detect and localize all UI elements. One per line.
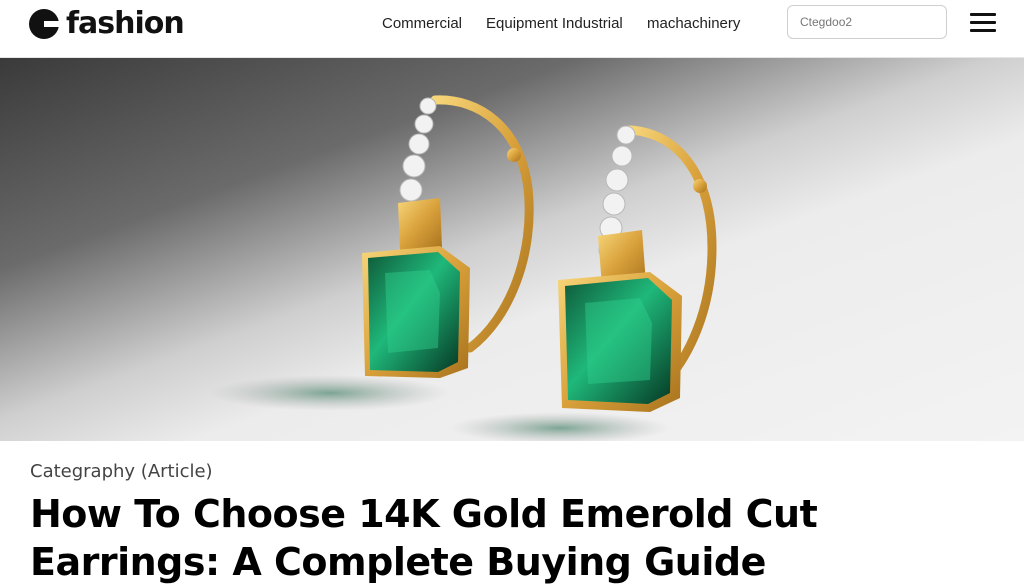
earrings-illustration xyxy=(210,95,717,441)
article-category[interactable]: Categraphy (Article) xyxy=(30,461,213,482)
nav-commercial[interactable]: Commercial xyxy=(382,15,462,32)
site-header: fashion Commercial Equipment Industrial … xyxy=(0,0,1024,58)
hamburger-icon xyxy=(970,13,996,16)
logo-icon xyxy=(29,8,60,39)
logo-text: fashion xyxy=(66,6,185,41)
site-logo[interactable]: fashion xyxy=(28,6,185,41)
nav-equipment-industrial[interactable]: Equipment Industrial xyxy=(486,15,623,32)
hero-image xyxy=(0,58,1024,441)
right-earring xyxy=(558,125,717,412)
article-title: How To Choose 14K Gold Emerold Cut Earri… xyxy=(30,492,818,584)
left-earring xyxy=(362,95,534,378)
search-input[interactable] xyxy=(787,5,947,39)
nav-machinery[interactable]: machachinery xyxy=(647,15,740,32)
menu-button[interactable] xyxy=(970,13,996,33)
